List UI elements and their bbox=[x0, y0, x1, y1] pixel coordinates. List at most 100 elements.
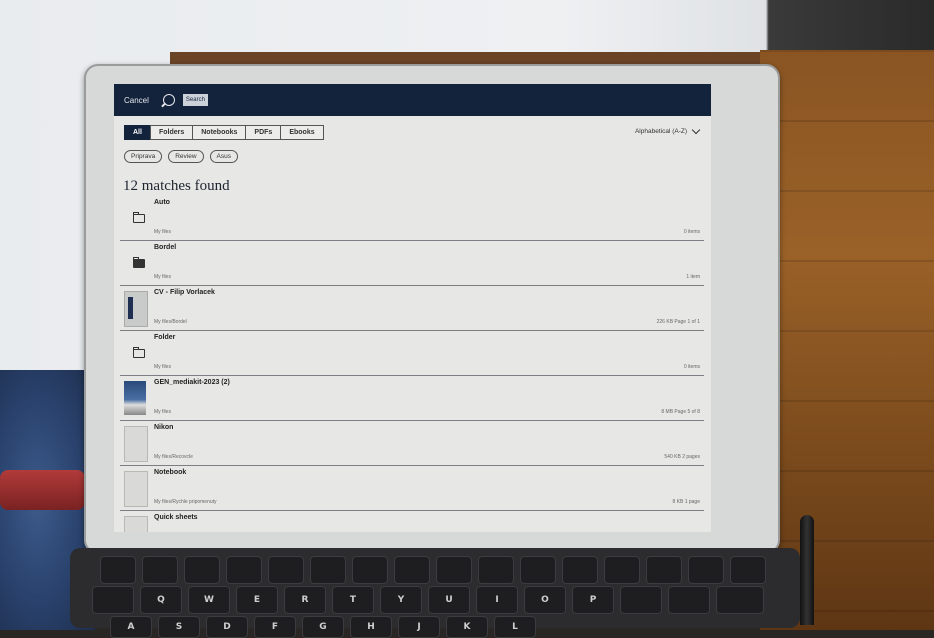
key[interactable] bbox=[604, 556, 640, 584]
key[interactable] bbox=[394, 556, 430, 584]
notebook-thumbnail bbox=[124, 516, 148, 532]
item-title: GEN_mediakit-2023 (2) bbox=[154, 379, 230, 386]
results-heading: 12 matches found bbox=[123, 178, 230, 194]
tab-key[interactable] bbox=[92, 586, 134, 614]
key-p[interactable]: P bbox=[572, 586, 614, 614]
search-bar: Cancel Search bbox=[114, 84, 711, 116]
key[interactable] bbox=[352, 556, 388, 584]
key-t[interactable]: T bbox=[332, 586, 374, 614]
key[interactable] bbox=[688, 556, 724, 584]
search-input[interactable]: Search bbox=[182, 94, 208, 106]
list-item[interactable]: CV - Filip Vorlacek My files/Bordel 226 … bbox=[120, 286, 704, 331]
tab-notebooks[interactable]: Notebooks bbox=[192, 125, 247, 140]
sort-label: Alphabetical (A-Z) bbox=[634, 128, 687, 135]
item-title: CV - Filip Vorlacek bbox=[154, 289, 215, 296]
key-u[interactable]: U bbox=[428, 586, 470, 614]
item-path: My files/Rychle pripomenuty bbox=[154, 499, 217, 505]
folder-icon bbox=[133, 347, 145, 358]
tag-chip[interactable]: Asus bbox=[209, 150, 238, 163]
search-icon bbox=[162, 94, 175, 106]
qwerty-row: Q W E R T Y U I O P bbox=[92, 586, 764, 614]
item-title: Bordel bbox=[154, 244, 177, 251]
key[interactable] bbox=[620, 586, 662, 614]
item-meta: 1 item bbox=[686, 274, 700, 280]
list-item[interactable]: Bordel My files 1 item bbox=[120, 241, 704, 286]
key[interactable] bbox=[562, 556, 598, 584]
tab-all[interactable]: All bbox=[124, 125, 151, 140]
stylus-pen bbox=[800, 515, 814, 625]
item-title: Notebook bbox=[154, 469, 187, 476]
list-item[interactable]: Folder My files 0 items bbox=[120, 331, 704, 376]
key-h[interactable]: H bbox=[350, 616, 392, 638]
list-item[interactable]: Quick sheets bbox=[120, 511, 704, 532]
key[interactable] bbox=[142, 556, 178, 584]
item-meta: 8 MB Page 5 of 8 bbox=[661, 409, 700, 415]
item-title: Auto bbox=[154, 199, 170, 206]
results-list: Auto My files 0 items Bordel My files 1 … bbox=[120, 196, 704, 532]
key-o[interactable]: O bbox=[524, 586, 566, 614]
tab-pdfs[interactable]: PDFs bbox=[245, 125, 282, 140]
item-path: My files bbox=[154, 274, 171, 280]
home-row: A S D F G H J K L bbox=[110, 616, 536, 638]
tab-folders[interactable]: Folders bbox=[149, 125, 194, 140]
key[interactable] bbox=[646, 556, 682, 584]
key-r[interactable]: R bbox=[284, 586, 326, 614]
key[interactable] bbox=[226, 556, 262, 584]
key-f[interactable]: F bbox=[254, 616, 296, 638]
item-meta: 0 items bbox=[683, 229, 700, 235]
key-i[interactable]: I bbox=[476, 586, 518, 614]
key-d[interactable]: D bbox=[206, 616, 248, 638]
function-row bbox=[100, 556, 780, 584]
key[interactable] bbox=[436, 556, 472, 584]
tablet-screen: Cancel Search All Folders Notebooks PDFs… bbox=[114, 84, 711, 532]
item-path: My files/Recovcle bbox=[154, 454, 193, 460]
item-path: My files bbox=[154, 364, 171, 370]
wooden-desk bbox=[760, 50, 934, 630]
document-thumbnail bbox=[124, 291, 148, 327]
keyboard: Q W E R T Y U I O P A S D F G H J K L bbox=[70, 548, 800, 638]
tag-chip[interactable]: Review bbox=[168, 150, 204, 163]
list-item[interactable]: Nikon My files/Recovcle 540 KB 2 pages bbox=[120, 421, 704, 466]
magazine-thumbnail bbox=[124, 381, 146, 415]
tag-chips: Priprava Review Asus bbox=[124, 150, 238, 163]
filter-tabs: All Folders Notebooks PDFs Ebooks bbox=[124, 125, 324, 140]
key[interactable] bbox=[100, 556, 136, 584]
red-object bbox=[0, 470, 85, 510]
item-title: Folder bbox=[154, 334, 176, 341]
key-j[interactable]: J bbox=[398, 616, 440, 638]
cancel-button[interactable]: Cancel bbox=[124, 96, 149, 105]
item-path: My files/Bordel bbox=[154, 319, 187, 325]
key-s[interactable]: S bbox=[158, 616, 200, 638]
item-meta: 0 items bbox=[683, 364, 700, 370]
notebook-thumbnail bbox=[124, 426, 148, 462]
key[interactable] bbox=[268, 556, 304, 584]
item-meta: 540 KB 2 pages bbox=[664, 454, 700, 460]
key[interactable] bbox=[184, 556, 220, 584]
key[interactable] bbox=[478, 556, 514, 584]
key-y[interactable]: Y bbox=[380, 586, 422, 614]
list-item[interactable]: Notebook My files/Rychle pripomenuty 8 K… bbox=[120, 466, 704, 511]
key-g[interactable]: G bbox=[302, 616, 344, 638]
list-item[interactable]: GEN_mediakit-2023 (2) My files 8 MB Page… bbox=[120, 376, 704, 421]
sort-dropdown[interactable]: Alphabetical (A-Z) bbox=[634, 125, 701, 135]
key-w[interactable]: W bbox=[188, 586, 230, 614]
list-item[interactable]: Auto My files 0 items bbox=[120, 196, 704, 241]
tablet-device: Cancel Search All Folders Notebooks PDFs… bbox=[84, 64, 780, 554]
key[interactable] bbox=[668, 586, 710, 614]
key[interactable] bbox=[310, 556, 346, 584]
item-meta: 226 KB Page 1 of 1 bbox=[656, 319, 700, 325]
key-k[interactable]: K bbox=[446, 616, 488, 638]
tag-chip[interactable]: Priprava bbox=[124, 150, 163, 163]
tab-ebooks[interactable]: Ebooks bbox=[280, 125, 324, 140]
key-q[interactable]: Q bbox=[140, 586, 182, 614]
key-a[interactable]: A bbox=[110, 616, 152, 638]
key-l[interactable]: L bbox=[494, 616, 536, 638]
folder-filled-icon bbox=[133, 257, 145, 268]
key[interactable] bbox=[716, 586, 764, 614]
key[interactable] bbox=[730, 556, 766, 584]
key-e[interactable]: E bbox=[236, 586, 278, 614]
item-meta: 8 KB 1 page bbox=[672, 499, 700, 505]
item-title: Nikon bbox=[154, 424, 174, 431]
key[interactable] bbox=[520, 556, 556, 584]
folder-icon bbox=[133, 212, 145, 223]
